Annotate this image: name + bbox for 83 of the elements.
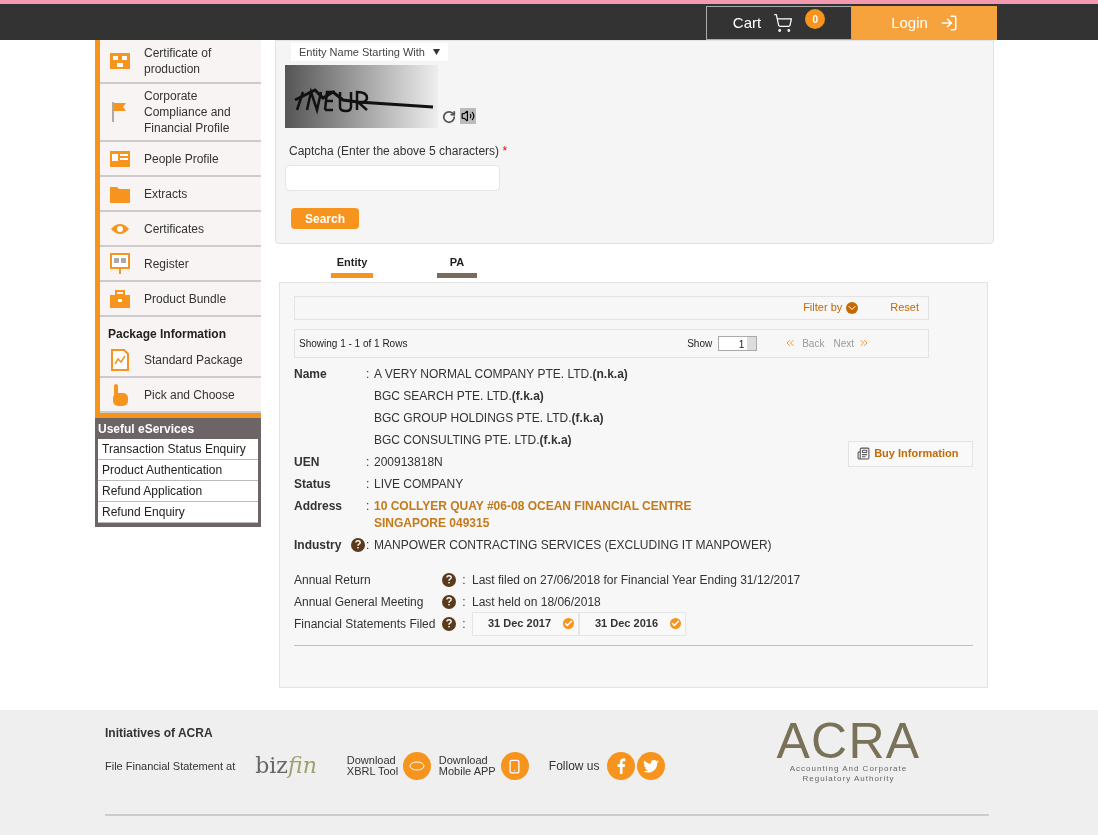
sidebar-item[interactable]: People Profile	[100, 142, 261, 177]
cart-icon	[773, 13, 794, 33]
board-icon	[110, 252, 130, 275]
follow-us-label: Follow us	[548, 758, 600, 775]
field-label: Name	[294, 365, 328, 383]
section-heading: Package Information	[107, 326, 228, 343]
help-icon[interactable]	[442, 594, 456, 609]
field-label: Annual Return	[294, 571, 372, 589]
newspaper-icon	[857, 447, 871, 460]
field-value: Last held on 18/06/2018	[472, 593, 601, 611]
search-type-dropdown[interactable]: Entity Name Starting With	[291, 43, 448, 61]
field-value: MANPOWER CONTRACTING SERVICES (EXCLUDING IT MANPOWER)	[374, 536, 773, 554]
back-arrow-icon	[784, 337, 797, 349]
field-colon: :	[366, 497, 371, 515]
eservice-link[interactable]: Refund Application	[98, 481, 258, 502]
field-colon: :	[461, 615, 467, 633]
reset-link[interactable]: Reset	[890, 299, 919, 316]
field-label: UEN	[294, 453, 321, 471]
check-icon	[670, 618, 681, 629]
field-colon: :	[366, 453, 371, 471]
field-label: Financial Statements Filed	[294, 615, 437, 633]
document-chart-icon	[111, 348, 129, 371]
bizfin-logo[interactable]: bizfin	[255, 755, 317, 777]
sidebar-item[interactable]: Register	[100, 247, 261, 282]
pointing-hand-icon	[110, 382, 130, 407]
help-icon[interactable]	[442, 616, 456, 631]
refresh-icon[interactable]	[442, 110, 456, 124]
buy-information-button[interactable]: Buy Information	[848, 440, 973, 467]
sidebar-item[interactable]: Standard Package	[100, 343, 261, 378]
id-card-icon	[109, 149, 131, 168]
field-colon: :	[461, 571, 467, 589]
captcha-field[interactable]	[285, 165, 500, 191]
field-colon: :	[366, 365, 371, 383]
sidebar-item[interactable]: Certificate of production	[100, 40, 261, 84]
field-value: LIVE COMPANY	[374, 475, 465, 493]
eservice-link[interactable]: Transaction Status Enquiry	[98, 439, 258, 460]
audio-icon[interactable]	[460, 108, 476, 124]
footer-text: File Financial Statement at	[105, 758, 236, 774]
field-label: Address	[294, 497, 344, 515]
field-colon: :	[366, 536, 371, 554]
sidebar-item[interactable]: Corporate Compliance and Financial Profile	[100, 84, 261, 142]
result-tab[interactable]: Entity	[331, 254, 373, 278]
field-colon: :	[461, 593, 467, 611]
help-icon[interactable]	[442, 572, 456, 587]
sidebar-item[interactable]: Certificates	[100, 212, 261, 247]
acra-logo: ACRA	[776, 718, 921, 764]
eservice-link[interactable]: Product Authentication	[98, 460, 258, 481]
login-icon	[939, 14, 958, 32]
field-value: A VERY NORMAL COMPANY PTE. LTD.(n.k.a)	[374, 365, 629, 383]
field-value: BGC SEARCH PTE. LTD.(f.k.a)	[374, 387, 545, 405]
field-label: Annual General Meeting	[294, 593, 425, 611]
filing-date-chip[interactable]: 31 Dec 2017	[472, 611, 579, 636]
acra-tagline: Accounting And Corporate Regulatory Authority	[788, 764, 909, 784]
chevron-down-icon[interactable]	[846, 301, 859, 314]
eservice-link[interactable]: Refund Enquiry	[98, 502, 258, 523]
help-icon[interactable]	[351, 537, 365, 552]
captcha-label: Captcha (Enter the above 5 characters) *	[289, 143, 509, 160]
org-chart-icon	[109, 51, 131, 71]
xbrl-download-link[interactable]: Download XBRL Tool	[346, 755, 403, 777]
sidebar-item[interactable]: Pick and Choose	[100, 378, 261, 413]
rows-per-page-field[interactable]: 1	[718, 335, 758, 351]
cart-count: 0	[805, 9, 826, 29]
filter-by-button[interactable]: Filter by	[803, 299, 859, 316]
field-value: BGC GROUP HOLDINGS PTE. LTD.(f.k.a)	[374, 409, 605, 427]
field-colon: :	[366, 475, 371, 493]
mobile-app-link[interactable]: Download Mobile APP	[438, 755, 501, 777]
eye-icon	[110, 221, 130, 236]
check-icon	[563, 618, 574, 629]
sidebar-item[interactable]: Product Bundle	[100, 282, 261, 317]
field-label: Status	[294, 475, 332, 493]
row-count: Showing 1 - 1 of 1 Rows	[299, 336, 409, 351]
briefcase-icon	[109, 288, 131, 309]
field-value: Last filed on 27/06/2018 for Financial Year Ending 31/12/2017	[472, 571, 801, 589]
filing-date-chip[interactable]: 31 Dec 2016	[579, 611, 686, 636]
eservices-heading: Useful eServices	[98, 420, 196, 438]
dropdown-icon	[432, 49, 440, 55]
field-value: 200913818N	[374, 453, 444, 471]
field-value: BGC CONSULTING PTE. LTD.(f.k.a)	[374, 431, 573, 449]
field-label: Industry	[294, 536, 343, 554]
next-arrow-icon	[858, 337, 870, 349]
result-tab[interactable]: PA	[437, 254, 477, 278]
sidebar-item[interactable]: Extracts	[100, 177, 261, 212]
show-label: Show	[687, 336, 713, 351]
